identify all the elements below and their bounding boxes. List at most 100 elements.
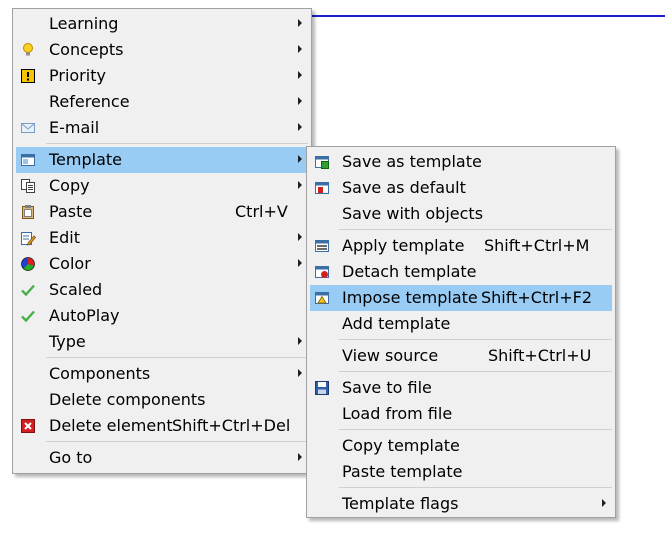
floppy-icon [314, 380, 330, 396]
menu-item-label: Color [49, 254, 91, 273]
menu-item-label: Save with objects [342, 204, 484, 223]
menu-item-go-to[interactable]: Go to [16, 445, 308, 471]
menu-separator [46, 143, 308, 144]
menu-item-label: Save as default [342, 178, 466, 197]
submenu-arrow-icon [602, 499, 606, 507]
menu-item-shortcut: Ctrl+V [235, 202, 288, 221]
check-icon [20, 308, 36, 324]
menu-item-label: Reference [49, 92, 130, 111]
submenu-arrow-icon [298, 97, 302, 105]
save-default-icon [314, 180, 330, 196]
menu-item-autoplay[interactable]: AutoPlay [16, 303, 308, 329]
menu-item-detach-template[interactable]: Detach template [310, 259, 612, 285]
menu-item-label: Concepts [49, 40, 124, 59]
submenu-arrow-icon [298, 71, 302, 79]
save-template-icon [314, 154, 330, 170]
impose-template-icon [314, 290, 330, 306]
email-icon [20, 120, 36, 136]
menu-item-template[interactable]: Template [16, 147, 308, 173]
edit-icon [20, 230, 37, 246]
menu-item-save-to-file[interactable]: Save to file [310, 375, 612, 401]
menu-item-label: Copy template [342, 436, 460, 455]
submenu-arrow-icon [298, 123, 302, 131]
menu-item-view-source[interactable]: View source Shift+Ctrl+U [310, 343, 612, 369]
menu-item-label: Save as template [342, 152, 482, 171]
menu-item-label: View source [342, 346, 439, 365]
menu-separator [339, 229, 612, 230]
apply-template-icon [314, 238, 330, 254]
template-submenu: Save as template Save as default Save wi… [306, 146, 616, 518]
submenu-arrow-icon [298, 337, 302, 345]
menu-item-label: Scaled [49, 280, 103, 299]
menu-item-label: Apply template [342, 236, 465, 255]
menu-item-delete-element[interactable]: Delete element Shift+Ctrl+Del [16, 413, 308, 439]
menu-item-scaled[interactable]: Scaled [16, 277, 308, 303]
menu-item-save-as-default[interactable]: Save as default [310, 175, 612, 201]
menu-item-shortcut: Shift+Ctrl+M [484, 236, 590, 255]
color-icon [20, 256, 36, 272]
editor-guide-line [312, 15, 665, 17]
submenu-arrow-icon [298, 45, 302, 53]
menu-item-shortcut: Shift+Ctrl+Del [172, 416, 291, 435]
menu-item-label: Delete components [49, 390, 206, 409]
menu-item-add-template[interactable]: Add template [310, 311, 612, 337]
detach-template-icon [314, 264, 330, 280]
menu-separator [46, 357, 308, 358]
menu-item-paste-template[interactable]: Paste template [310, 459, 612, 485]
menu-item-learning[interactable]: Learning [16, 11, 308, 37]
menu-item-copy-template[interactable]: Copy template [310, 433, 612, 459]
lightbulb-icon [20, 42, 36, 58]
priority-icon [20, 68, 36, 84]
menu-item-reference[interactable]: Reference [16, 89, 308, 115]
delete-icon [20, 418, 36, 434]
menu-item-label: Go to [49, 448, 93, 467]
template-icon [20, 152, 36, 168]
submenu-arrow-icon [298, 19, 302, 27]
menu-item-components[interactable]: Components [16, 361, 308, 387]
menu-item-type[interactable]: Type [16, 329, 308, 355]
paste-icon [20, 204, 36, 220]
copy-icon [20, 178, 36, 194]
menu-item-label: Copy [49, 176, 90, 195]
menu-item-priority[interactable]: Priority [16, 63, 308, 89]
menu-item-label: Components [49, 364, 151, 383]
menu-separator [339, 339, 612, 340]
menu-item-concepts[interactable]: Concepts [16, 37, 308, 63]
context-menu: Learning Concepts Priority Reference E-m… [12, 8, 312, 474]
menu-item-template-flags[interactable]: Template flags [310, 491, 612, 517]
menu-item-save-with-objects[interactable]: Save with objects [310, 201, 612, 227]
menu-item-edit[interactable]: Edit [16, 225, 308, 251]
menu-item-label: Delete element [49, 416, 173, 435]
menu-item-label: Paste template [342, 462, 463, 481]
menu-item-color[interactable]: Color [16, 251, 308, 277]
menu-item-label: Template flags [342, 494, 459, 513]
menu-item-label: Paste [49, 202, 93, 221]
menu-item-apply-template[interactable]: Apply template Shift+Ctrl+M [310, 233, 612, 259]
menu-item-shortcut: Shift+Ctrl+F2 [481, 288, 593, 307]
menu-item-label: Priority [49, 66, 106, 85]
menu-item-label: AutoPlay [49, 306, 120, 325]
menu-item-label: Impose template [342, 288, 478, 307]
menu-separator [339, 371, 612, 372]
menu-item-label: Detach template [342, 262, 477, 281]
menu-item-email[interactable]: E-mail [16, 115, 308, 141]
submenu-arrow-icon [298, 259, 302, 267]
menu-item-label: Learning [49, 14, 119, 33]
menu-item-delete-components[interactable]: Delete components [16, 387, 308, 413]
menu-item-shortcut: Shift+Ctrl+U [488, 346, 592, 365]
submenu-arrow-icon [298, 155, 302, 163]
submenu-arrow-icon [298, 181, 302, 189]
submenu-arrow-icon [298, 453, 302, 461]
menu-item-copy[interactable]: Copy [16, 173, 308, 199]
menu-item-label: Type [49, 332, 86, 351]
menu-item-paste[interactable]: Paste Ctrl+V [16, 199, 308, 225]
menu-item-label: Add template [342, 314, 451, 333]
submenu-arrow-icon [298, 369, 302, 377]
submenu-arrow-icon [298, 233, 302, 241]
menu-separator [339, 429, 612, 430]
menu-item-label: Edit [49, 228, 80, 247]
menu-item-save-as-template[interactable]: Save as template [310, 149, 612, 175]
menu-item-impose-template[interactable]: Impose template Shift+Ctrl+F2 [310, 285, 612, 311]
menu-item-load-from-file[interactable]: Load from file [310, 401, 612, 427]
menu-item-label: Save to file [342, 378, 432, 397]
